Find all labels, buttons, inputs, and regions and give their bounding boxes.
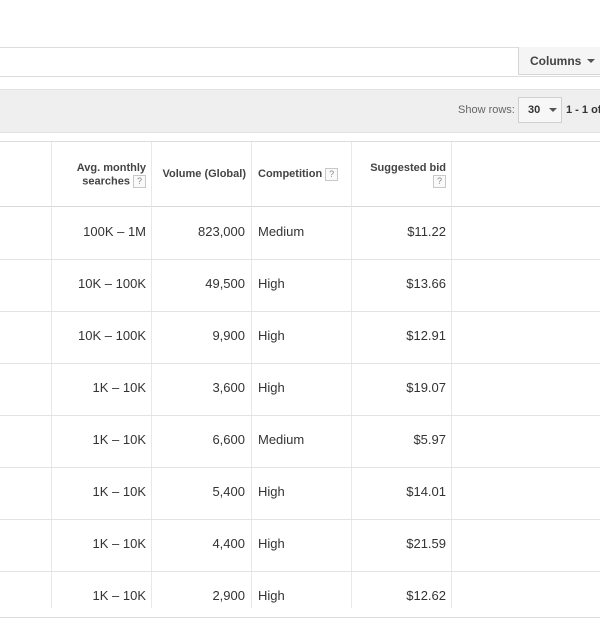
header-volume-global[interactable]: Volume (Global) bbox=[152, 142, 246, 206]
scroll-region-bottom-border bbox=[0, 617, 600, 618]
table-row: 10K – 100K 9,900 High $12.91 bbox=[0, 311, 600, 364]
help-icon[interactable]: ? bbox=[433, 175, 446, 188]
cell-volume: 2,900 bbox=[212, 588, 245, 603]
cell-volume: 4,400 bbox=[212, 536, 245, 551]
header-suggested-bid[interactable]: Suggested bid ? bbox=[352, 142, 446, 206]
cell-competition: Medium bbox=[258, 224, 305, 239]
table-row: 1K – 10K 2,900 High $12.62 bbox=[0, 571, 600, 608]
cell-avg-monthly: 100K – 1M bbox=[83, 224, 146, 239]
cell-competition: High bbox=[258, 380, 285, 395]
cell-volume: 9,900 bbox=[212, 328, 245, 343]
help-icon[interactable]: ? bbox=[133, 175, 146, 188]
header-avg-monthly-searches[interactable]: Avg. monthly searches? bbox=[52, 142, 146, 206]
table-row: 1K – 10K 3,600 High $19.07 bbox=[0, 363, 600, 416]
top-toolbar: Columns bbox=[0, 47, 600, 77]
rows-per-page-value: 30 bbox=[528, 104, 541, 116]
cell-volume: 5,400 bbox=[212, 484, 245, 499]
table-row: 1K – 10K 4,400 High $21.59 bbox=[0, 519, 600, 572]
cell-avg-monthly: 1K – 10K bbox=[92, 588, 147, 603]
columns-button[interactable]: Columns bbox=[518, 47, 600, 75]
cell-suggested-bid: $21.59 bbox=[406, 536, 446, 551]
cell-avg-monthly: 1K – 10K bbox=[92, 536, 147, 551]
cell-competition: High bbox=[258, 536, 285, 551]
table-row: 10K – 100K 49,500 High $13.66 bbox=[0, 259, 600, 312]
header-competition[interactable]: Competition? bbox=[258, 142, 350, 206]
cell-competition: High bbox=[258, 484, 285, 499]
cell-suggested-bid: $5.97 bbox=[413, 432, 446, 447]
cell-competition: High bbox=[258, 328, 285, 343]
cell-avg-monthly: 1K – 10K bbox=[92, 432, 147, 447]
chevron-down-icon bbox=[549, 108, 558, 112]
cell-suggested-bid: $12.62 bbox=[406, 588, 446, 603]
table-row: 100K – 1M 823,000 Medium $11.22 bbox=[0, 207, 600, 260]
table-header: Avg. monthly searches? Volume (Global) C… bbox=[0, 142, 600, 207]
header-avg-line2: searches bbox=[82, 175, 130, 188]
pagination-bar: Show rows: 30 1 - 1 of bbox=[0, 89, 600, 133]
cell-competition: High bbox=[258, 276, 285, 291]
cell-suggested-bid: $11.22 bbox=[407, 224, 446, 239]
show-rows-label: Show rows: bbox=[458, 104, 515, 116]
header-suggested-bid-label: Suggested bid bbox=[370, 162, 446, 174]
cell-suggested-bid: $19.07 bbox=[406, 380, 446, 395]
page-range-text: 1 - 1 of bbox=[566, 104, 600, 116]
header-avg-line1: Avg. monthly bbox=[76, 162, 146, 174]
columns-label: Columns bbox=[530, 53, 582, 68]
cell-competition: High bbox=[258, 588, 285, 603]
table-row: 1K – 10K 5,400 High $14.01 bbox=[0, 467, 600, 520]
cell-suggested-bid: $13.66 bbox=[406, 276, 446, 291]
chevron-down-icon bbox=[587, 58, 596, 63]
header-competition-label: Competition bbox=[258, 168, 323, 180]
cell-competition: Medium bbox=[258, 432, 305, 447]
cell-volume: 3,600 bbox=[212, 380, 245, 395]
cell-volume: 823,000 bbox=[198, 224, 245, 239]
rows-per-page-select[interactable]: 30 bbox=[518, 97, 562, 123]
cell-avg-monthly: 10K – 100K bbox=[78, 276, 146, 291]
cell-volume: 49,500 bbox=[205, 276, 245, 291]
table-row: 1K – 10K 6,600 Medium $5.97 bbox=[0, 415, 600, 468]
cell-avg-monthly: 1K – 10K bbox=[92, 380, 147, 395]
help-icon[interactable]: ? bbox=[325, 167, 339, 181]
keyword-table: Avg. monthly searches? Volume (Global) C… bbox=[0, 141, 600, 608]
cell-avg-monthly: 10K – 100K bbox=[78, 328, 146, 343]
cell-avg-monthly: 1K – 10K bbox=[92, 484, 147, 499]
cell-suggested-bid: $12.91 bbox=[406, 328, 446, 343]
cell-suggested-bid: $14.01 bbox=[406, 484, 446, 499]
cell-volume: 6,600 bbox=[212, 432, 245, 447]
